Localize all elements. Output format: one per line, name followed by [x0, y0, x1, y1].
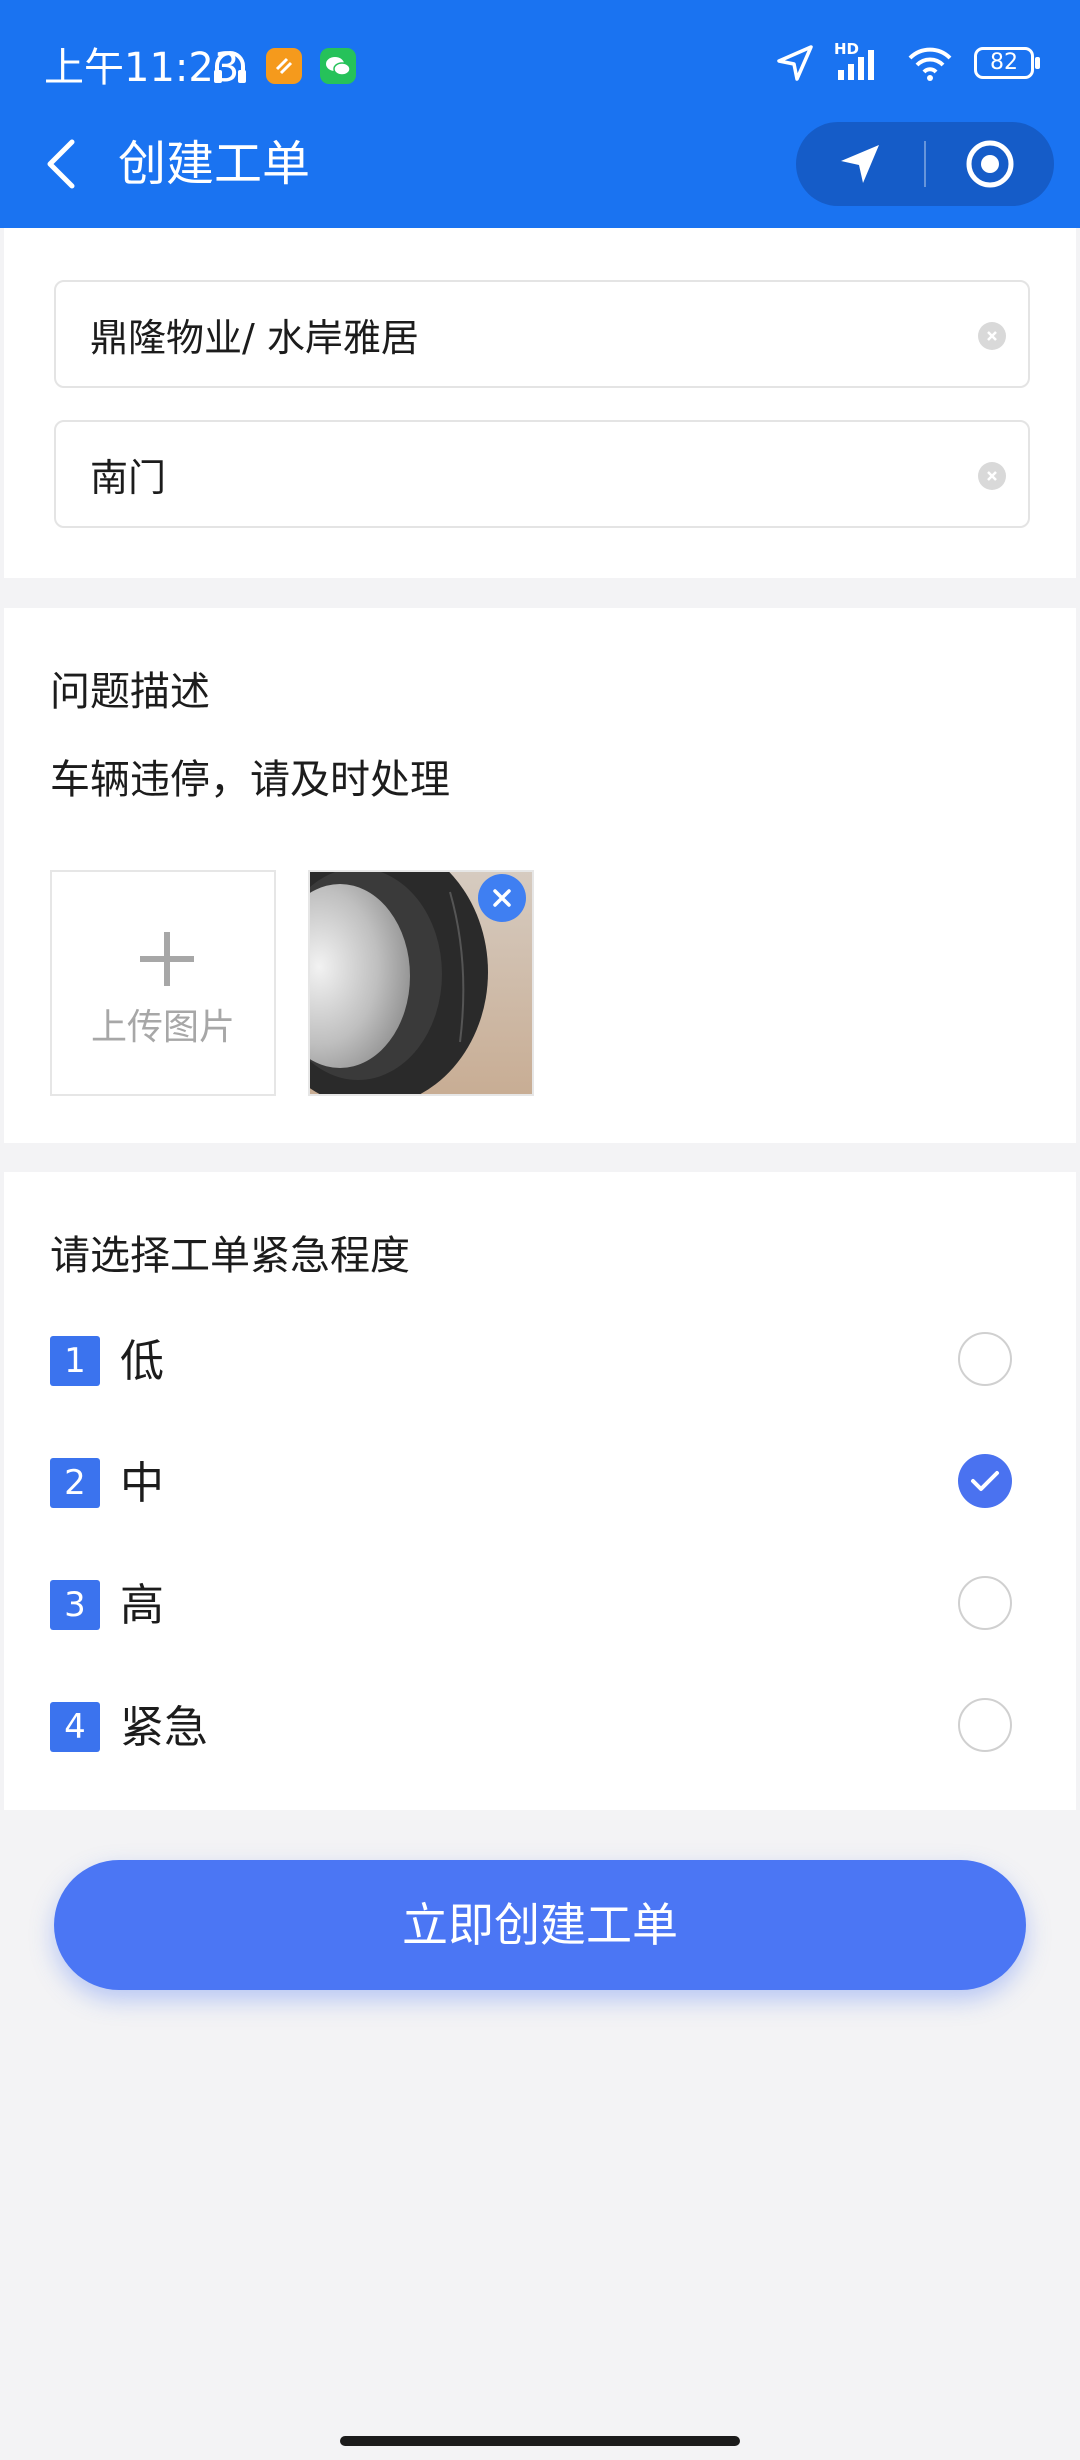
- problem-section-title: 问题描述: [50, 669, 210, 715]
- option-number-badge: 4: [50, 1702, 100, 1752]
- app-notification-icon: [266, 48, 302, 84]
- location-card: 鼎隆物业/ 水岸雅居 南门: [4, 228, 1076, 578]
- clear-icon: [987, 471, 997, 481]
- radio-button[interactable]: [958, 1576, 1012, 1630]
- checkmark-icon: [971, 1471, 999, 1491]
- community-field[interactable]: 鼎隆物业/ 水岸雅居: [54, 280, 1030, 388]
- target-circle-icon: [966, 140, 1014, 188]
- status-notification-icons: [212, 46, 356, 86]
- location-arrow-icon: [777, 45, 813, 81]
- header: 上午11:23 HD 82 创建工单: [0, 0, 1080, 228]
- back-arrow-icon[interactable]: [38, 136, 86, 192]
- option-number-badge: 2: [50, 1458, 100, 1508]
- radio-button[interactable]: [958, 1698, 1012, 1752]
- status-right-icons: HD 82: [776, 40, 1040, 82]
- wechat-icon: [320, 48, 356, 84]
- problem-description[interactable]: 车辆违停，请及时处理: [50, 752, 450, 808]
- clear-community-button[interactable]: [978, 322, 1006, 350]
- option-number-badge: 1: [50, 1336, 100, 1386]
- remove-photo-button[interactable]: [478, 874, 526, 922]
- urgency-option-urgent[interactable]: 4 紧急: [50, 1688, 1012, 1768]
- urgency-option-high[interactable]: 3 高: [50, 1566, 1012, 1646]
- urgency-option-low[interactable]: 1 低: [50, 1322, 1012, 1402]
- close-mini-program-button[interactable]: [926, 122, 1054, 206]
- spot-field-value: 南门: [90, 455, 167, 500]
- upload-image-label: 上传图片: [90, 1007, 235, 1048]
- option-label: 紧急: [120, 1702, 208, 1753]
- wifi-icon: [908, 47, 952, 81]
- location-button[interactable]: [796, 122, 924, 206]
- urgency-option-medium[interactable]: 2 中: [50, 1444, 1012, 1524]
- community-field-value: 鼎隆物业/ 水岸雅居: [90, 315, 419, 360]
- radio-button-checked[interactable]: [958, 1454, 1012, 1508]
- navigation-arrow-icon: [841, 145, 879, 183]
- upload-image-button[interactable]: 上传图片: [50, 870, 276, 1096]
- urgency-section-title: 请选择工单紧急程度: [50, 1233, 410, 1279]
- plus-icon: [140, 932, 194, 986]
- option-label: 低: [120, 1336, 164, 1387]
- option-label: 中: [120, 1458, 164, 1509]
- clear-icon: [987, 331, 997, 341]
- mini-program-capsule: [796, 122, 1054, 206]
- page-title: 创建工单: [118, 136, 311, 192]
- signal-icon: HD: [834, 40, 886, 82]
- status-time: 上午11:23: [44, 45, 240, 91]
- clear-spot-button[interactable]: [978, 462, 1006, 490]
- create-work-order-button[interactable]: 立即创建工单: [54, 1860, 1026, 1990]
- radio-button[interactable]: [958, 1332, 1012, 1386]
- option-label: 高: [120, 1580, 164, 1631]
- battery-indicator: 82: [974, 47, 1040, 79]
- headphone-icon: [214, 51, 246, 83]
- spot-field[interactable]: 南门: [54, 420, 1030, 528]
- close-icon: [493, 889, 511, 907]
- option-number-badge: 3: [50, 1580, 100, 1630]
- home-indicator[interactable]: [340, 2436, 740, 2446]
